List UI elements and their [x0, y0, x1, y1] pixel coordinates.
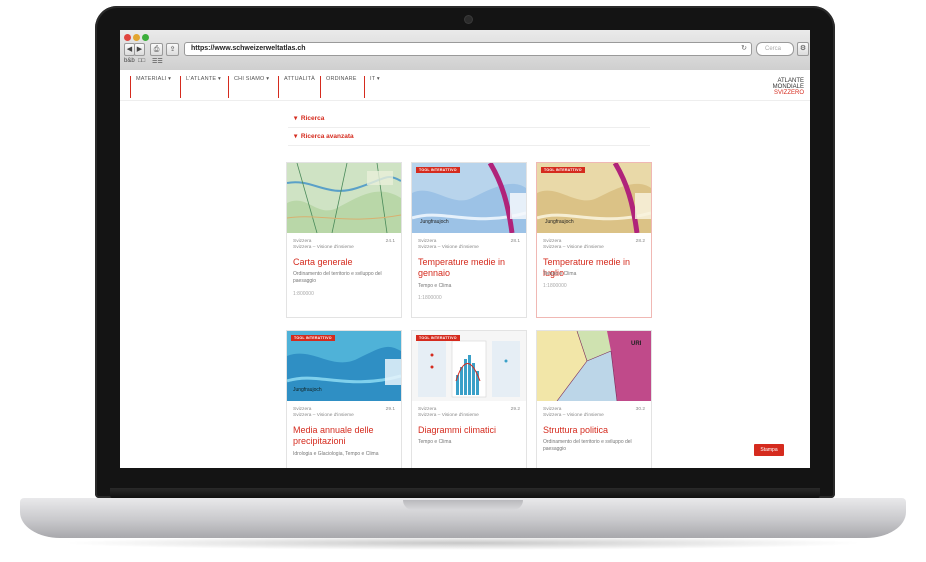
card-page-number: 29.2	[510, 407, 520, 412]
top-sites-icon[interactable]: ☰☰	[152, 58, 163, 65]
nav-separator	[278, 76, 279, 98]
nav-item-materiali[interactable]: MATERIALI ▾	[136, 76, 171, 82]
card-subregion: Svizzera – Visione d'insieme	[293, 245, 354, 250]
card-description: Tempo e Clima	[418, 439, 452, 445]
card-scale: 1:1800000	[418, 295, 442, 301]
address-bar[interactable]: https://www.schweizerweltatlas.ch ↻	[184, 42, 752, 56]
card-page-number: 29.1	[385, 407, 395, 412]
card-subregion: Svizzera – Visione d'insieme	[418, 413, 479, 418]
advanced-search-label: Ricerca avanzata	[300, 133, 354, 140]
map-thumbnail: Jungfraujoch	[537, 163, 651, 233]
card-meta: Svizzera Svizzera – Visione d'insieme 24…	[293, 239, 395, 251]
interactive-tool-badge: TOOL INTERATTIVO	[416, 335, 460, 341]
card-scale: 1:1800000	[543, 283, 567, 289]
nav-item-atlante[interactable]: L'ATLANTE ▾	[186, 76, 221, 82]
card-description: Ordinamento del territorio e sviluppo de…	[293, 271, 382, 284]
nav-item-chi-siamo[interactable]: CHI SIAMO ▾	[234, 76, 269, 82]
thumb-label: Jungfraujoch	[293, 387, 322, 393]
card-subregion: Svizzera – Visione d'insieme	[543, 245, 604, 250]
map-card[interactable]: Svizzera Svizzera – Visione d'insieme 24…	[286, 162, 402, 318]
map-card[interactable]: URI Svizzera Svizzera – Visione d'insiem…	[536, 330, 652, 468]
card-title[interactable]: Temperature medie in gennaio	[418, 257, 522, 279]
nav-separator	[228, 76, 229, 98]
interactive-tool-badge: TOOL INTERATTIVO	[291, 335, 335, 341]
search-label: Ricerca	[300, 115, 325, 122]
card-subregion: Svizzera – Visione d'insieme	[418, 245, 479, 250]
laptop-shadow	[60, 536, 866, 550]
card-meta: Svizzera Svizzera – Visione d'insieme 29…	[418, 407, 520, 419]
gear-icon[interactable]: ⚙	[797, 42, 809, 56]
print-icon[interactable]: ⎙	[150, 43, 163, 56]
nav-item-attualita[interactable]: ATTUALITÀ	[284, 76, 315, 82]
interactive-tool-badge: TOOL INTERATTIVO	[416, 167, 460, 173]
laptop-notch	[403, 500, 523, 510]
map-thumbnail: Jungfraujoch	[412, 163, 526, 233]
nav-separator	[320, 76, 321, 98]
map-card[interactable]: Jungfraujoch TOOL INTERATTIVO Svizzera S…	[286, 330, 402, 468]
advanced-search-toggle[interactable]: ▾ Ricerca avanzata	[288, 128, 650, 146]
card-title[interactable]: Media annuale delle precipitazioni	[293, 425, 397, 447]
card-description: Ordinamento del territorio e sviluppo de…	[543, 439, 632, 452]
browser-toolbar: ◀ ▶ ⎙ ⇪ https://www.schweizerweltatlas.c…	[120, 30, 810, 71]
screen: ◀ ▶ ⎙ ⇪ https://www.schweizerweltatlas.c…	[120, 30, 810, 468]
nav-separator	[180, 76, 181, 98]
card-scale: 1:800000	[293, 291, 314, 297]
map-card[interactable]: Jungfraujoch TOOL INTERATTIVO Svizzera S…	[411, 162, 527, 318]
card-title[interactable]: Diagrammi climatici	[418, 425, 522, 436]
card-title[interactable]: Struttura politica	[543, 425, 647, 436]
card-meta: Svizzera Svizzera – Visione d'insieme 28…	[418, 239, 520, 251]
window-minimize-icon[interactable]	[133, 34, 140, 41]
window-close-icon[interactable]	[124, 34, 131, 41]
map-card[interactable]: TOOL INTERATTIVO Svizzera Svizzera – Vis…	[411, 330, 527, 468]
card-description: Tempo e Clima	[543, 271, 577, 277]
card-meta: Svizzera Svizzera – Visione d'insieme 30…	[543, 407, 645, 419]
nav-item-language[interactable]: IT ▾	[370, 76, 380, 82]
map-thumbnail: Jungfraujoch	[287, 331, 401, 401]
reading-list-icon[interactable]: □□	[138, 58, 145, 64]
site-navigation: MATERIALI ▾ L'ATLANTE ▾ CHI SIAMO ▾ ATTU…	[120, 70, 810, 101]
reload-icon[interactable]: ↻	[741, 43, 747, 55]
card-page-number: 30.2	[635, 407, 645, 412]
card-title[interactable]: Carta generale	[293, 257, 397, 268]
card-page-number: 28.2	[635, 239, 645, 244]
thumb-label: Jungfraujoch	[420, 219, 449, 225]
search-panel: ▾ Ricerca ▾ Ricerca avanzata	[288, 110, 650, 146]
map-thumbnail	[287, 163, 401, 233]
thumb-label: Jungfraujoch	[545, 219, 574, 225]
camera-icon	[465, 16, 472, 23]
nav-separator	[130, 76, 131, 98]
logo-line-3: SVIZZERO	[773, 90, 804, 96]
search-toggle[interactable]: ▾ Ricerca	[288, 110, 650, 128]
window-maximize-icon[interactable]	[142, 34, 149, 41]
thumb-label: URI	[631, 341, 642, 347]
map-card[interactable]: Jungfraujoch TOOL INTERATTIVO Svizzera S…	[536, 162, 652, 318]
forward-icon[interactable]: ▶	[134, 43, 145, 56]
card-meta: Svizzera Svizzera – Visione d'insieme 29…	[293, 407, 395, 419]
browser-search-input[interactable]: Cerca	[756, 42, 794, 56]
chart-thumbnail	[412, 331, 526, 401]
card-subregion: Svizzera – Visione d'insieme	[293, 413, 354, 418]
site-logo[interactable]: ATLANTE MONDIALE SVIZZERO	[773, 78, 804, 96]
bookmark-item[interactable]: b&b	[124, 58, 135, 64]
map-thumbnail: URI	[537, 331, 651, 401]
card-meta: Svizzera Svizzera – Visione d'insieme 28…	[543, 239, 645, 251]
card-subregion: Svizzera – Visione d'insieme	[543, 413, 604, 418]
address-url: https://www.schweizerweltatlas.ch	[191, 45, 306, 52]
print-button[interactable]: Stampa	[754, 444, 784, 456]
card-page-number: 24.1	[385, 239, 395, 244]
card-description: Tempo e Clima	[418, 283, 452, 289]
interactive-tool-badge: TOOL INTERATTIVO	[541, 167, 585, 173]
card-page-number: 28.1	[510, 239, 520, 244]
nav-item-ordinare[interactable]: ORDINARE	[326, 76, 357, 82]
card-description: Idrologia e Glaciologia, Tempo e Clima	[293, 451, 379, 457]
share-icon[interactable]: ⇪	[166, 43, 179, 56]
nav-separator	[364, 76, 365, 98]
